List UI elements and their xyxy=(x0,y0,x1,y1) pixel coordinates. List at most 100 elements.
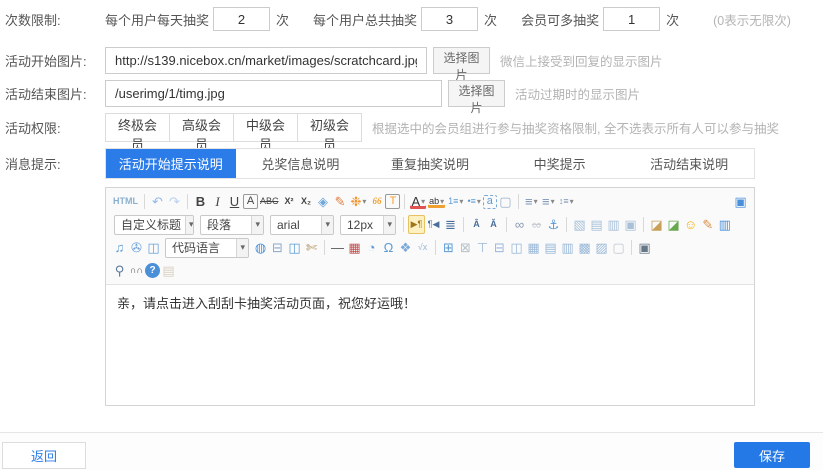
code-language-select[interactable]: 代码语言▾ xyxy=(165,238,249,258)
font-lower-icon[interactable]: Ă xyxy=(485,215,502,234)
insert-table-icon[interactable]: ⊞ xyxy=(440,238,457,257)
paste-plain-icon[interactable]: T xyxy=(385,194,400,209)
help-icon[interactable]: ? xyxy=(145,263,160,278)
unordered-list-icon[interactable]: •≡▾ xyxy=(465,192,482,211)
columns-icon[interactable]: ◫ xyxy=(286,238,303,257)
scrawl-icon[interactable]: ✎ xyxy=(699,215,716,234)
insert-image-icon[interactable]: ◪ xyxy=(648,215,665,234)
link-icon[interactable]: ∞ xyxy=(511,215,528,234)
end-image-input[interactable] xyxy=(105,80,442,107)
merge-down-icon[interactable]: ▩ xyxy=(576,238,593,257)
font-family-select[interactable]: arial▾ xyxy=(270,215,334,235)
table-sort-icon[interactable]: ▨ xyxy=(593,238,610,257)
strikethrough-icon[interactable]: ABC xyxy=(258,192,281,211)
start-image-choose-button[interactable]: 选择图片 xyxy=(433,47,490,74)
omega-icon[interactable]: Ω xyxy=(380,238,397,257)
toolbar-separator xyxy=(144,194,145,209)
insert-video-icon[interactable]: ◫ xyxy=(145,238,162,257)
paste-icon[interactable]: ▤ xyxy=(160,261,177,280)
member-group-buttons: 终极会员高级会员中级会员初级会员 xyxy=(105,113,362,142)
search-replace-icon[interactable]: ∩∩ xyxy=(128,261,145,280)
insert-col-icon[interactable]: ◫ xyxy=(508,238,525,257)
map-icon[interactable]: ◍ xyxy=(252,238,269,257)
formula-icon[interactable]: √x xyxy=(414,238,431,257)
underline-icon[interactable]: U xyxy=(226,192,243,211)
img-right-icon[interactable]: ▥ xyxy=(605,215,622,234)
editor-content[interactable]: 亲，请点击进入刮刮卡抽奖活动页面，祝您好运哦！ xyxy=(106,285,754,405)
delete-table-icon[interactable]: ⊠ xyxy=(457,238,474,257)
auto-typeset-icon[interactable]: ❉▾ xyxy=(349,192,369,211)
merge-cells-icon[interactable]: ▦ xyxy=(525,238,542,257)
print-icon[interactable]: ▣ xyxy=(636,238,653,257)
video-icon[interactable]: ▥ xyxy=(716,215,733,234)
img-left-icon[interactable]: ▧ xyxy=(571,215,588,234)
member-group-button[interactable]: 中级会员 xyxy=(233,113,298,142)
total-input[interactable] xyxy=(421,7,478,31)
table-title-icon[interactable]: ⊤ xyxy=(474,238,491,257)
time-icon[interactable]: ◔ xyxy=(363,238,380,257)
end-image-choose-button[interactable]: 选择图片 xyxy=(448,80,505,107)
format-brush-icon[interactable]: ✎ xyxy=(332,192,349,211)
toolbar-separator xyxy=(506,217,507,232)
paragraph-select[interactable]: 段落▾ xyxy=(200,215,264,235)
ordered-list-icon[interactable]: 1≡▾ xyxy=(446,192,465,211)
style-select[interactable]: 自定义标题▾ xyxy=(114,215,194,235)
pagebreak-icon[interactable]: ⊟ xyxy=(269,238,286,257)
doc-icon[interactable]: ▢ xyxy=(610,238,627,257)
italic-icon[interactable]: I xyxy=(209,192,226,211)
upload-image-icon[interactable]: ◪ xyxy=(665,215,682,234)
paragraph-dir-icon[interactable]: ¶◀ xyxy=(425,215,442,234)
member-group-button[interactable]: 终极会员 xyxy=(105,113,170,142)
undo-icon[interactable]: ↶ xyxy=(149,192,166,211)
subscript-icon[interactable]: X₂ xyxy=(298,192,315,211)
toolbar-separator xyxy=(403,217,404,232)
anchor-icon[interactable]: a xyxy=(483,195,497,209)
font-raise-icon[interactable]: Â xyxy=(468,215,485,234)
message-tab[interactable]: 活动开始提示说明 xyxy=(106,149,236,178)
font-size-select[interactable]: 12px▾ xyxy=(340,215,396,235)
img-center-icon[interactable]: ▣ xyxy=(622,215,639,234)
message-tab[interactable]: 中奖提示 xyxy=(495,149,625,178)
char-border-icon[interactable]: A xyxy=(243,194,258,209)
redo-icon[interactable]: ↷ xyxy=(166,192,183,211)
date-icon[interactable]: ▦ xyxy=(346,238,363,257)
hr-icon[interactable]: — xyxy=(329,238,346,257)
indent-first-icon[interactable]: ≡▾ xyxy=(523,192,540,211)
highlight-icon[interactable]: ab▾ xyxy=(427,195,446,209)
snapshot-icon[interactable]: ✄ xyxy=(303,238,320,257)
justify-icon[interactable]: ≣ xyxy=(442,215,459,234)
per-day-input[interactable] xyxy=(213,7,270,31)
anchor-set-icon[interactable]: ⚓ xyxy=(545,215,562,234)
message-tab[interactable]: 重复抽奖说明 xyxy=(365,149,495,178)
source-icon[interactable]: HTML xyxy=(111,192,140,211)
attachment-icon[interactable]: ✇ xyxy=(128,238,145,257)
merge-right-icon[interactable]: ▥ xyxy=(559,238,576,257)
blockquote-icon[interactable]: 66 xyxy=(368,192,385,211)
indent-icon[interactable]: ▶¶ xyxy=(408,215,425,234)
line-height-icon[interactable]: ↕≡▾ xyxy=(557,192,576,211)
blank-doc-icon[interactable]: ▢ xyxy=(497,192,514,211)
emotion-icon[interactable]: ☺ xyxy=(682,215,699,234)
back-button[interactable]: 返回 xyxy=(2,442,86,469)
img-inline-icon[interactable]: ▤ xyxy=(588,215,605,234)
message-tab[interactable]: 兑奖信息说明 xyxy=(236,149,366,178)
member-group-button[interactable]: 高级会员 xyxy=(169,113,234,142)
start-image-input[interactable] xyxy=(105,47,427,74)
spechars-icon[interactable]: ❖ xyxy=(397,238,414,257)
fullscreen-icon[interactable]: ▣ xyxy=(732,192,749,211)
preview-icon[interactable]: ⚲ xyxy=(111,261,128,280)
superscript-icon[interactable]: X² xyxy=(281,192,298,211)
bold-icon[interactable]: B xyxy=(192,192,209,211)
member-group-button[interactable]: 初级会员 xyxy=(297,113,362,142)
save-button[interactable]: 保存 xyxy=(734,442,810,468)
unlink-icon[interactable]: ∞ xyxy=(528,215,545,234)
music-icon[interactable]: ♫ xyxy=(111,238,128,257)
end-image-row: 活动结束图片: 选择图片 活动过期时的显示图片 xyxy=(0,79,640,107)
align-icon[interactable]: ≡▾ xyxy=(540,192,557,211)
clear-format-icon[interactable]: ◈ xyxy=(315,192,332,211)
message-tab[interactable]: 活动结束说明 xyxy=(624,149,754,178)
font-color-icon[interactable]: A▾ xyxy=(409,194,427,210)
insert-row-icon[interactable]: ⊟ xyxy=(491,238,508,257)
member-extra-input[interactable] xyxy=(603,7,660,31)
split-cells-icon[interactable]: ▤ xyxy=(542,238,559,257)
